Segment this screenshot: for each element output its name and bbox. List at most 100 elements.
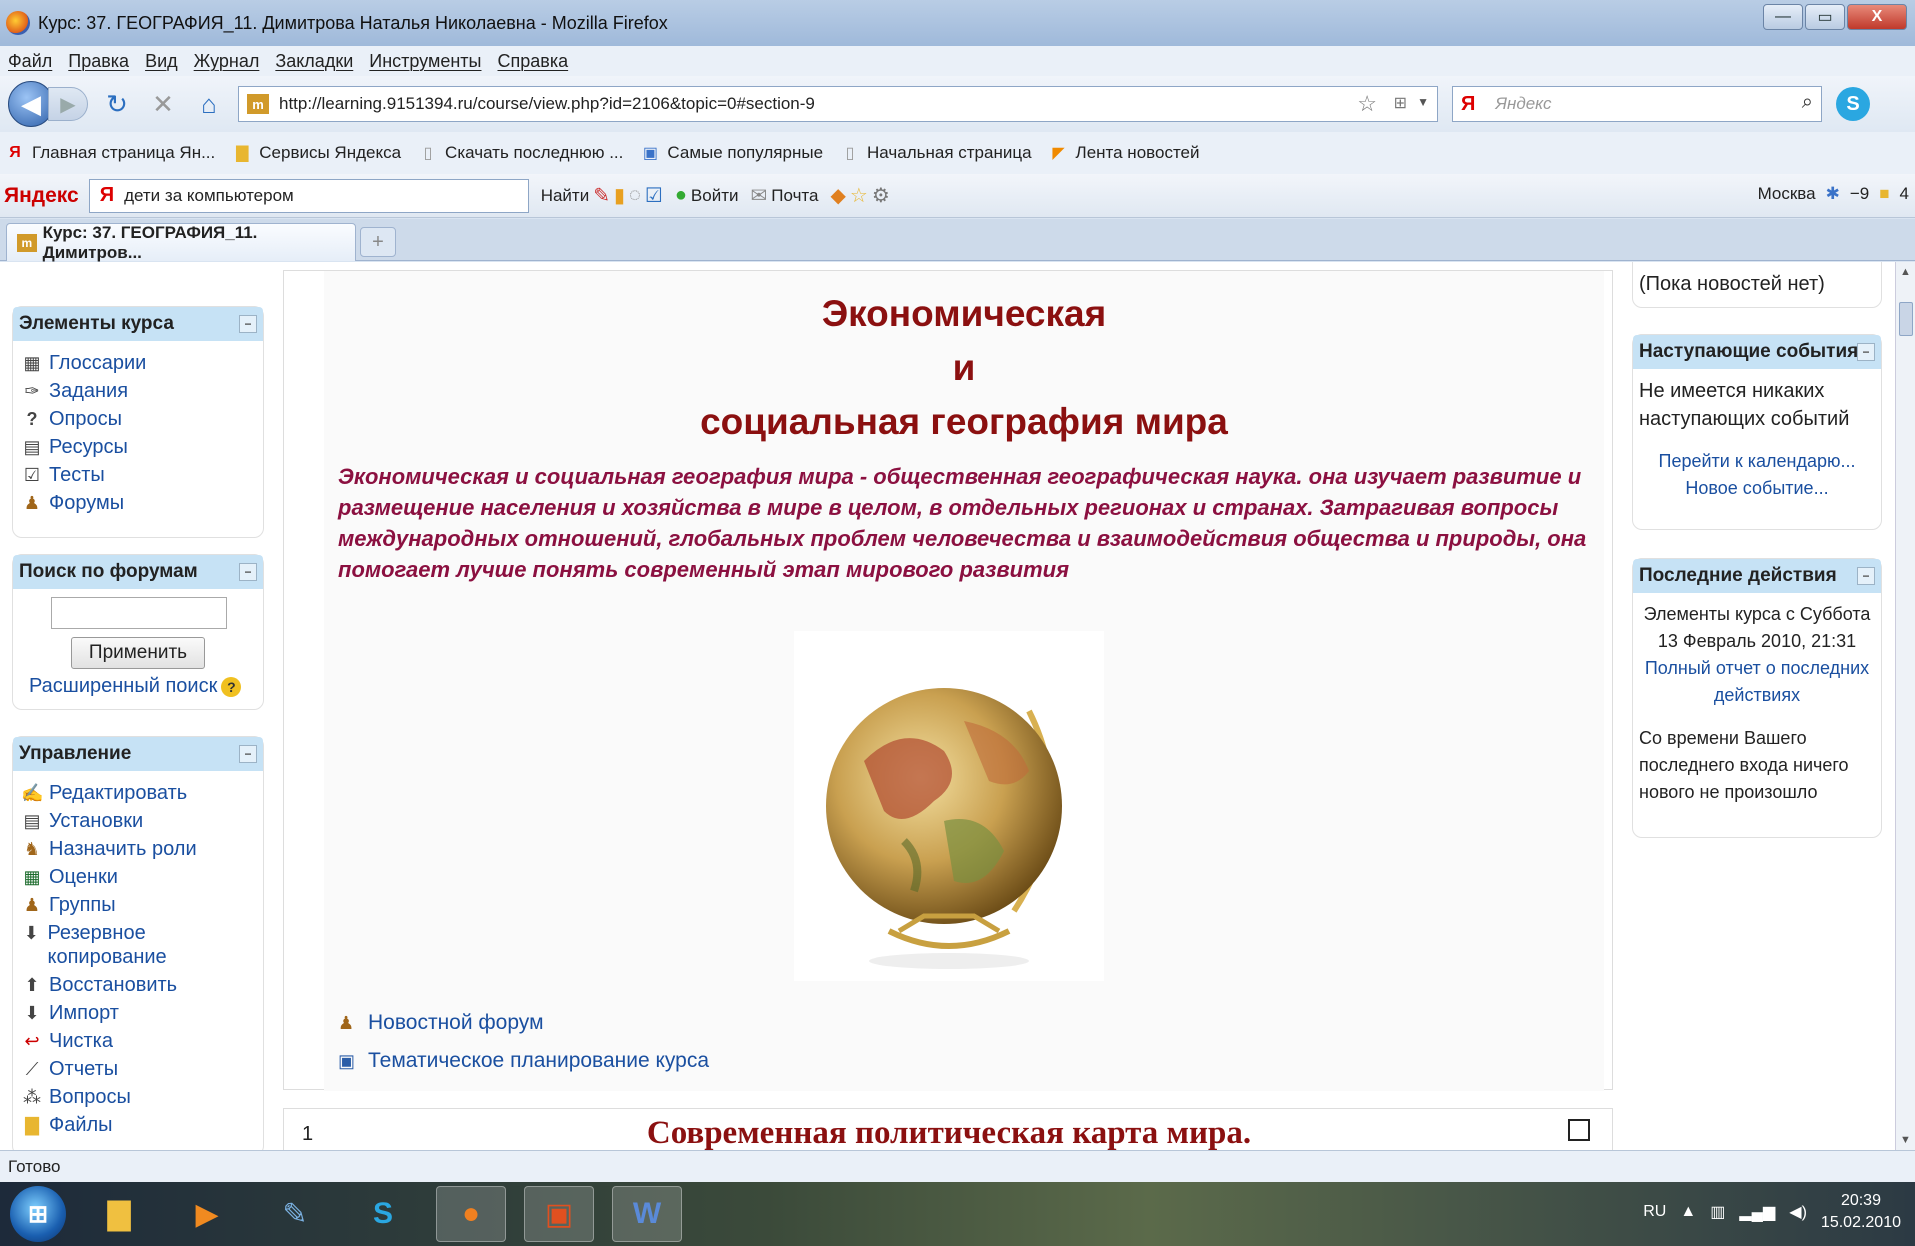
scrollbar-thumb[interactable] xyxy=(1899,302,1913,336)
yandex-engine-icon[interactable]: Я xyxy=(1461,93,1475,116)
new-event-link[interactable]: Новое событие... xyxy=(1633,478,1881,499)
forward-button[interactable]: ▶ xyxy=(48,87,88,121)
collapse-icon[interactable]: − xyxy=(1857,343,1875,361)
menu-help[interactable]: Справка xyxy=(498,51,569,72)
network-icon[interactable]: ▥ xyxy=(1710,1202,1725,1222)
admin-reports[interactable]: ⟋ Отчеты xyxy=(21,1057,255,1081)
full-report-link[interactable]: Полный отчет о последних действиях xyxy=(1633,655,1881,709)
globe-image xyxy=(794,631,1104,981)
new-tab-button[interactable]: + xyxy=(360,227,396,257)
bookmark-item[interactable]: ▯ Начальная страница xyxy=(841,143,1032,163)
menu-bookmarks[interactable]: Закладки xyxy=(275,51,353,72)
collapse-icon[interactable]: − xyxy=(239,563,257,581)
mail-button[interactable]: ✉ Почта xyxy=(751,183,819,208)
maximize-button[interactable]: ▭ xyxy=(1805,4,1845,30)
nav-glossary[interactable]: ▦ Глоссарии xyxy=(21,351,255,375)
feed-icon[interactable]: ⊞ xyxy=(1394,93,1407,113)
scroll-down-icon[interactable]: ▼ xyxy=(1900,1134,1911,1146)
clock[interactable]: 20:39 15.02.2010 xyxy=(1821,1190,1901,1234)
skype-icon[interactable]: S xyxy=(1836,87,1870,121)
start-button[interactable]: ⊞ xyxy=(10,1186,66,1242)
block-title: Управление xyxy=(19,743,132,764)
collapse-icon[interactable]: − xyxy=(239,315,257,333)
menu-history[interactable]: Журнал xyxy=(194,51,260,72)
show-hidden-icons-icon[interactable]: ▲ xyxy=(1680,1203,1696,1221)
weather-widget[interactable]: Москва ✱ −9 ■ 4 xyxy=(1758,184,1909,204)
firefox-taskbar-button[interactable]: ● xyxy=(436,1186,506,1242)
comment-icon[interactable]: ◌ xyxy=(629,184,641,207)
stop-icon[interactable]: ✕ xyxy=(146,87,180,121)
admin-grades[interactable]: ▦ Оценки xyxy=(21,865,255,889)
menu-view[interactable]: Вид xyxy=(145,51,178,72)
bookmark-item[interactable]: ▇ Сервисы Яндекса xyxy=(233,143,401,163)
check-icon[interactable]: ☑ xyxy=(645,183,663,208)
groups-icon: ♟ xyxy=(23,895,41,915)
bookmark-star-icon[interactable]: ☆ xyxy=(1357,91,1377,117)
minimize-button[interactable]: — xyxy=(1763,4,1803,30)
nav-assignments[interactable]: ✑ Задания xyxy=(21,379,255,403)
signal-icon[interactable]: ▂▄▆ xyxy=(1739,1202,1775,1222)
word-taskbar-button[interactable]: W xyxy=(612,1186,682,1242)
vertical-scrollbar[interactable]: ▲ ▼ xyxy=(1895,262,1915,1150)
signal-icon[interactable]: ▮ xyxy=(614,183,625,208)
media-player-taskbar-button[interactable]: ▶ xyxy=(172,1186,242,1242)
search-input[interactable]: Я Яндекс ⌕ xyxy=(1452,86,1822,122)
menu-file[interactable]: Файл xyxy=(8,51,52,72)
search-icon[interactable]: ⌕ xyxy=(1802,91,1813,114)
nav-resources[interactable]: ▤ Ресурсы xyxy=(21,435,255,459)
apply-button[interactable]: Применить xyxy=(71,637,205,669)
login-button[interactable]: ● Войти xyxy=(675,184,739,207)
calendar-link[interactable]: Перейти к календарю... xyxy=(1633,451,1881,472)
section-highlight-checkbox[interactable] xyxy=(1568,1119,1590,1141)
close-button[interactable]: X xyxy=(1847,4,1907,30)
url-dropdown-icon[interactable]: ▼ xyxy=(1417,95,1429,109)
yandex-search-input[interactable]: Я дети за компьютером xyxy=(88,178,529,213)
skype-taskbar-button[interactable]: S xyxy=(348,1186,418,1242)
nav-surveys[interactable]: ? Опросы xyxy=(21,407,255,431)
url-bar[interactable]: m http://learning.9151394.ru/course/view… xyxy=(238,86,1438,122)
advanced-search-link[interactable]: Расширенный поиск ? xyxy=(29,675,263,698)
bookmark-item[interactable]: Я Главная страница Ян... xyxy=(6,143,215,163)
admin-files[interactable]: ▇ Файлы xyxy=(21,1113,255,1137)
admin-questions[interactable]: ⁂ Вопросы xyxy=(21,1085,255,1109)
news-forum-link[interactable]: ♟ Новостной форум xyxy=(338,1011,544,1035)
nav-forums[interactable]: ♟ Форумы xyxy=(21,491,255,515)
find-button[interactable]: Найти xyxy=(541,186,590,206)
bookmark-item[interactable]: ▯ Скачать последнюю ... xyxy=(419,143,624,163)
collapse-icon[interactable]: − xyxy=(1857,567,1875,585)
admin-import[interactable]: ⬇ Импорт xyxy=(21,1001,255,1025)
help-icon[interactable]: ? xyxy=(221,676,242,697)
menu-edit[interactable]: Правка xyxy=(68,51,129,72)
admin-backup[interactable]: ⬇ Резервное копирование xyxy=(21,921,255,969)
paint-taskbar-button[interactable]: ✎ xyxy=(260,1186,330,1242)
admin-edit[interactable]: ✍ Редактировать xyxy=(21,781,255,805)
course-planning-link[interactable]: ▣ Тематическое планирование курса xyxy=(338,1049,709,1073)
reload-icon[interactable]: ↻ xyxy=(100,87,134,121)
favorites-star-icon[interactable]: ☆ xyxy=(850,183,868,208)
yandex-logo[interactable]: Яндекс xyxy=(4,184,79,208)
money-icon[interactable]: ◆ xyxy=(830,183,845,208)
menu-tools[interactable]: Инструменты xyxy=(369,51,481,72)
chart-icon: ⟋ xyxy=(25,1059,39,1079)
scroll-up-icon[interactable]: ▲ xyxy=(1900,266,1911,278)
volume-icon[interactable]: ◀) xyxy=(1789,1202,1807,1222)
admin-reset[interactable]: ↩ Чистка xyxy=(21,1029,255,1053)
admin-restore[interactable]: ⬆ Восстановить xyxy=(21,973,255,997)
admin-settings[interactable]: ▤ Установки xyxy=(21,809,255,833)
marker-icon[interactable]: ✎ xyxy=(593,183,610,208)
language-indicator[interactable]: RU xyxy=(1643,1203,1666,1221)
menu-bar: Файл Правка Вид Журнал Закладки Инструме… xyxy=(0,46,1915,76)
powerpoint-taskbar-button[interactable]: ▣ xyxy=(524,1186,594,1242)
tab-course[interactable]: m Курс: 37. ГЕОГРАФИЯ_11. Димитров... xyxy=(6,223,356,262)
taskbar: ⊞ ▇ ▶ ✎ S ● ▣ W RU ▲ ▥ ▂▄▆ ◀) 20:39 15.0… xyxy=(0,1182,1915,1246)
settings-gear-icon[interactable]: ⚙ xyxy=(872,183,890,208)
nav-tests[interactable]: ☑ Тесты xyxy=(21,463,255,487)
forum-search-input[interactable] xyxy=(51,597,227,629)
collapse-icon[interactable]: − xyxy=(239,745,257,763)
admin-assign-roles[interactable]: ♞ Назначить роли xyxy=(21,837,255,861)
admin-groups[interactable]: ♟ Группы xyxy=(21,893,255,917)
explorer-taskbar-button[interactable]: ▇ xyxy=(84,1186,154,1242)
bookmark-item[interactable]: ▣ Самые популярные xyxy=(641,143,823,163)
bookmark-item[interactable]: ◤ Лента новостей xyxy=(1050,143,1199,163)
home-icon[interactable]: ⌂ xyxy=(192,87,226,121)
